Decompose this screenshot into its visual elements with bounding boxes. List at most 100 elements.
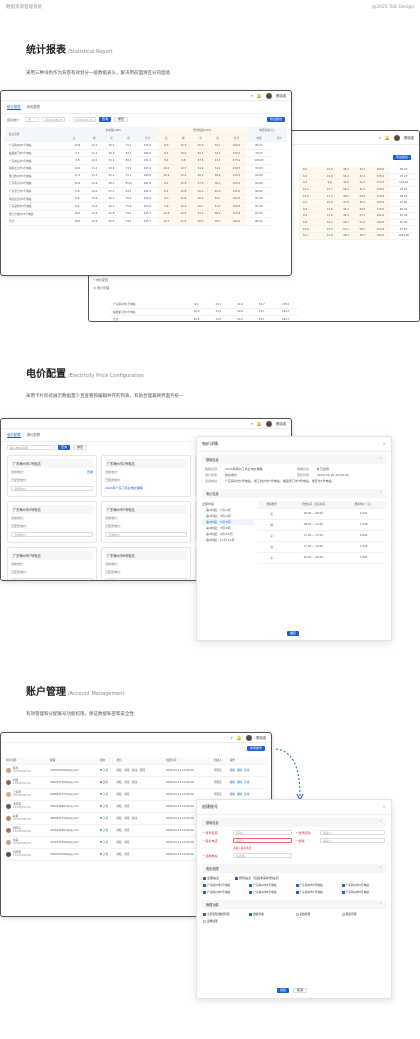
avatar[interactable] (393, 134, 400, 141)
user-email: 4786542372@qq.com (49, 788, 99, 801)
export-button[interactable]: 导出报表 (266, 117, 285, 122)
station-checkbox[interactable]: 广东梅州市4号电站 (341, 883, 385, 887)
station-checkbox[interactable]: 广东梅州市8号电站 (341, 890, 385, 894)
future-stations-checkbox[interactable]: 所有站点（包括未来新增站点） (235, 876, 281, 880)
chevron-up-icon[interactable]: ⌃ (379, 902, 382, 907)
query-button[interactable]: 查询 (58, 445, 71, 450)
strategy-link[interactable]: 2024年广东工商业电价策略 (105, 486, 143, 490)
tab-stat-report[interactable]: 统计报表 (7, 104, 21, 110)
station-search-input[interactable]: 输入电站名称 (7, 445, 55, 450)
phone-input[interactable]: 请输入 (233, 838, 292, 843)
table-cell: 51.2 (102, 156, 121, 165)
price-card[interactable]: 广东梅州市7号电站 当前电价： 已配置电价： 选择电价 (7, 547, 97, 580)
table-cell: 85.0 (120, 179, 138, 188)
price-card[interactable]: 广东梅州市4号电站 当前电价： 已配置电价： 选择电价 (7, 501, 97, 543)
search-icon[interactable]: ⌕ (379, 135, 381, 140)
account-name-input[interactable]: 请输入 (233, 830, 292, 835)
price-select[interactable]: 选择电价 (105, 578, 187, 580)
func-checkbox-grid: 全部权限/数据管理 数据查看 系统管理 报表管理运维处理 (197, 912, 391, 923)
create-time: 2024-04-14 12:00:00 (164, 776, 213, 789)
chevron-up-icon[interactable]: ⌃ (379, 457, 382, 462)
bell-icon[interactable]: 🔔 (385, 135, 390, 140)
op-link[interactable]: 编辑 (230, 781, 235, 784)
table-row: 福建厦门市2号电站 9.2 11.2 45.9 84.1 286.8 8.2 15.9 52.2… (5, 149, 287, 158)
cancel-button[interactable]: 取消 (293, 988, 308, 993)
station-checkbox[interactable]: 广东梅州市2号电站 (249, 883, 292, 887)
func-checkbox[interactable]: 全部权限/数据管理 (203, 912, 246, 916)
op-link[interactable]: 编辑 (230, 769, 235, 772)
tab-adjust-config[interactable]: 调价配置 (27, 432, 41, 438)
price-select[interactable]: 选择电价 (11, 486, 93, 491)
bell-icon[interactable]: 🔔 (257, 93, 262, 98)
op-link[interactable]: 禁用 (244, 781, 249, 784)
func-checkbox[interactable]: 数据查看 (249, 912, 292, 916)
station-checkbox[interactable]: 广东梅州市7号电站 (295, 890, 339, 894)
station-select[interactable]: 请选择 (233, 853, 292, 858)
table-cell: 10.6 (299, 225, 322, 233)
label-current: 当前电价： (11, 562, 27, 566)
op-link[interactable]: 禁用 (244, 793, 249, 796)
avatar[interactable] (265, 92, 272, 99)
date-end[interactable]: 2024-08-15 (72, 117, 96, 122)
table-cell: 231.4 (137, 156, 158, 165)
avatar[interactable] (265, 420, 272, 427)
reset-button[interactable]: 重置 (114, 117, 129, 122)
export-button-back[interactable]: 导出报表 (392, 155, 411, 160)
tree-item[interactable]: 第6时段：11月-12月 (202, 537, 254, 543)
chevron-up-icon[interactable]: ⌃ (379, 866, 382, 871)
price-select[interactable]: 选择电价 (11, 532, 93, 537)
op-link[interactable]: 删除 (237, 793, 242, 796)
bell-icon[interactable]: 🔔 (257, 421, 262, 426)
op-link[interactable]: 编辑 (230, 793, 235, 796)
op-link[interactable]: 禁用 (244, 769, 249, 772)
query-button[interactable]: 查询 (98, 117, 111, 122)
table-cell: 10.8 (68, 141, 86, 150)
op-link[interactable]: 删除 (237, 769, 242, 772)
table-cell: 10.6 (157, 210, 175, 219)
chevron-up-icon[interactable]: ⌃ (379, 820, 382, 825)
price-select[interactable]: 选择电价 (105, 532, 187, 537)
search-icon[interactable]: ⌕ (231, 735, 233, 740)
func-checkbox[interactable]: 运维处理 (203, 919, 246, 923)
op-link[interactable]: 删除 (237, 781, 242, 784)
func-checkbox[interactable]: 报表管理 (341, 912, 385, 916)
search-icon[interactable]: ⌕ (251, 93, 253, 98)
price-select[interactable]: 选择电价 (11, 578, 93, 580)
rate-type: 谷 (258, 541, 286, 553)
section-desc-account: 有效管理和分配账号功能权限，保证数据私密和安全性 (26, 712, 134, 717)
price-card[interactable]: 广东梅州市1号电站 当前电价： 查看 已配置电价： 选择电价 (7, 455, 97, 497)
func-checkbox[interactable]: 系统管理 (295, 912, 339, 916)
close-icon[interactable]: × (383, 441, 386, 447)
tab-price-config[interactable]: 电价配置 (7, 432, 21, 438)
table-cell: 178.1 (272, 301, 299, 309)
sidebar-item-price[interactable]: ⚡ 电价配置 (93, 276, 109, 284)
password-input[interactable]: 请输入 (320, 830, 385, 835)
avatar[interactable] (245, 734, 252, 741)
table-cell: 173.2 (226, 156, 247, 165)
table-cell: 12.6 (174, 172, 192, 181)
email-input[interactable]: 请输入 (320, 838, 385, 843)
price-card[interactable]: 广东梅州市5号电站 当前电价： 已配置电价： 选择电价 (101, 501, 191, 543)
table-cell: 79.1 (120, 210, 138, 219)
station-checkbox[interactable]: 广东梅州市1号电站 (203, 883, 246, 887)
close-icon[interactable]: × (383, 804, 386, 810)
create-button[interactable]: 创建 (277, 988, 290, 993)
station-checkbox[interactable]: 广东梅州市3号电站 (295, 883, 339, 887)
bell-icon[interactable]: 🔔 (237, 735, 242, 740)
tab-power-report[interactable]: 用电报表 (27, 104, 41, 110)
all-stations-checkbox[interactable]: 全部站点 (203, 876, 219, 880)
search-icon[interactable]: ⌕ (251, 421, 253, 426)
price-card[interactable]: 广东梅州市8号电站 当前电价： 已配置电价： 选择电价 (101, 547, 191, 580)
ok-button[interactable]: 确定 (287, 631, 300, 636)
reset-button[interactable]: 重置 (73, 445, 88, 450)
station-checkbox[interactable]: 广东梅州市5号电站 (203, 890, 246, 894)
view-link[interactable]: 查看 (87, 470, 93, 474)
add-account-button[interactable]: 新增账号 (246, 746, 265, 751)
price-card[interactable]: 广东梅州市2号电站 当前电价： 已配置电价： 2024年广东工商业电价策略 (101, 455, 191, 497)
date-start[interactable]: 2024-08-15 (42, 117, 66, 122)
station-checkbox[interactable]: 广东梅州市6号电站 (249, 890, 292, 894)
sidebar-item-account[interactable]: ☺ 账户管理 (93, 284, 109, 292)
filter-select[interactable]: 日 (25, 117, 40, 122)
table-cell: 15.9 (174, 149, 192, 158)
chevron-up-icon[interactable]: ⌃ (379, 491, 382, 496)
